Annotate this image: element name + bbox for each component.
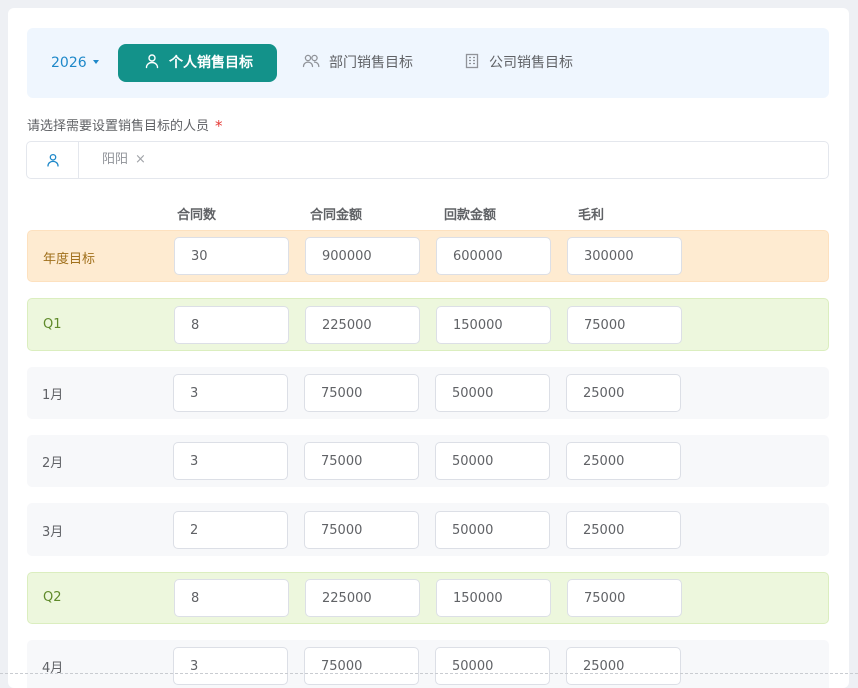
gross-profit-input[interactable] xyxy=(566,442,681,480)
contract-amount-input[interactable] xyxy=(305,579,420,617)
target-type-bar: 2026 个人销售目标 部门销售目标 公司销售目标 xyxy=(27,28,829,98)
target-row-month: 4月 xyxy=(27,640,829,688)
payment-amount-input[interactable] xyxy=(435,647,550,685)
gross-profit-input[interactable] xyxy=(566,511,681,549)
gross-profit-input[interactable] xyxy=(567,579,682,617)
contract-amount-input[interactable] xyxy=(305,237,420,275)
contract-count-input[interactable] xyxy=(173,374,288,412)
gross-profit-input[interactable] xyxy=(566,374,681,412)
payment-amount-input[interactable] xyxy=(435,442,550,480)
payment-amount-input[interactable] xyxy=(436,237,551,275)
gross-profit-input[interactable] xyxy=(567,306,682,344)
tab-department-target[interactable]: 部门销售目标 xyxy=(302,44,413,82)
payment-amount-input[interactable] xyxy=(435,511,550,549)
year-value: 2026 xyxy=(51,55,87,71)
row-label: Q2 xyxy=(43,590,62,605)
contract-amount-input[interactable] xyxy=(304,511,419,549)
target-row-month: 1月 xyxy=(27,367,829,419)
users-icon xyxy=(302,54,320,68)
payment-amount-input[interactable] xyxy=(436,306,551,344)
row-label: 3月 xyxy=(42,525,64,540)
remove-person-icon[interactable]: × xyxy=(135,152,146,167)
caret-down-icon xyxy=(92,60,99,64)
tab-department-label: 部门销售目标 xyxy=(329,55,413,71)
tab-company-target[interactable]: 公司销售目标 xyxy=(464,44,573,82)
selected-person-tag: 阳阳 × xyxy=(102,142,146,178)
payment-amount-input[interactable] xyxy=(436,579,551,617)
tab-personal-target[interactable]: 个人销售目标 xyxy=(118,44,277,82)
contract-count-input[interactable] xyxy=(173,442,288,480)
person-select-prefix xyxy=(27,142,79,178)
contract-amount-input[interactable] xyxy=(304,374,419,412)
contract-count-input[interactable] xyxy=(174,579,289,617)
target-row-annual: 年度目标 xyxy=(27,230,829,282)
person-field-label: 请选择需要设置销售目标的人员 * xyxy=(27,115,223,135)
row-label: 1月 xyxy=(42,388,64,403)
tab-personal-label: 个人销售目标 xyxy=(169,55,253,71)
target-row-month: 2月 xyxy=(27,435,829,487)
required-mark: * xyxy=(215,117,223,135)
contract-amount-input[interactable] xyxy=(304,647,419,685)
sales-target-card: 2026 个人销售目标 部门销售目标 公司销售目标 请选择需要设置销售目标的人员 xyxy=(8,8,849,688)
contract-count-input[interactable] xyxy=(173,647,288,685)
person-select[interactable]: 阳阳 × xyxy=(26,141,829,179)
contract-amount-input[interactable] xyxy=(305,306,420,344)
column-header-contract-count: 合同数 xyxy=(177,208,217,223)
target-row-month: 3月 xyxy=(27,503,829,556)
person-field-label-text: 请选择需要设置销售目标的人员 xyxy=(27,119,210,134)
contract-count-input[interactable] xyxy=(174,306,289,344)
column-header-gross-profit: 毛利 xyxy=(578,208,605,223)
target-row-quarter: Q1 xyxy=(27,298,829,351)
column-header-contract-amount: 合同金额 xyxy=(310,208,363,223)
contract-amount-input[interactable] xyxy=(304,442,419,480)
gross-profit-input[interactable] xyxy=(566,647,681,685)
column-header-payment-amount: 回款金额 xyxy=(444,208,497,223)
row-label: 2月 xyxy=(42,456,64,471)
contract-count-input[interactable] xyxy=(174,237,289,275)
row-label: Q1 xyxy=(43,317,62,332)
user-icon xyxy=(47,153,59,167)
row-label: 年度目标 xyxy=(43,252,96,267)
payment-amount-input[interactable] xyxy=(435,374,550,412)
contract-count-input[interactable] xyxy=(173,511,288,549)
target-row-quarter: Q2 xyxy=(27,572,829,624)
user-icon xyxy=(145,54,159,69)
selected-person-name: 阳阳 xyxy=(102,152,129,167)
tab-company-label: 公司销售目标 xyxy=(489,55,573,71)
year-dropdown[interactable]: 2026 xyxy=(51,28,99,98)
bottom-border xyxy=(0,673,858,674)
gross-profit-input[interactable] xyxy=(567,237,682,275)
building-icon xyxy=(465,53,479,69)
